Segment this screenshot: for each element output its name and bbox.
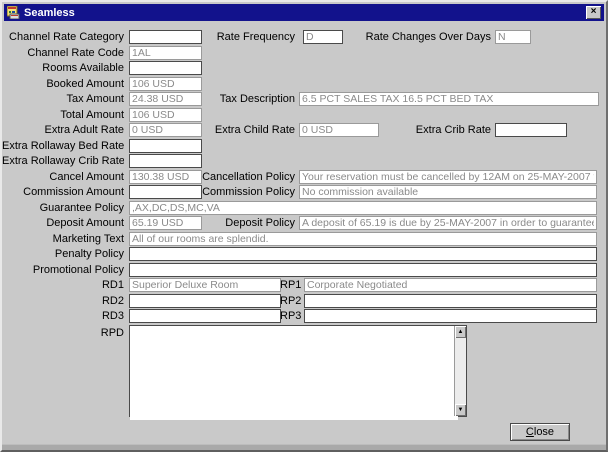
scroll-up-icon[interactable]: ▲ bbox=[455, 326, 466, 338]
tax-amount-field[interactable] bbox=[129, 92, 202, 106]
rp2-field[interactable] bbox=[304, 294, 597, 308]
penalty-policy-field[interactable] bbox=[129, 247, 597, 261]
extra-child-rate-field[interactable] bbox=[299, 123, 379, 137]
channel-rate-category-field[interactable] bbox=[129, 30, 202, 44]
channel-rate-code-label: Channel Rate Code bbox=[2, 47, 124, 60]
deposit-amount-label: Deposit Amount bbox=[2, 217, 124, 230]
promotional-policy-field[interactable] bbox=[129, 263, 597, 277]
channel-rate-code-field[interactable] bbox=[129, 46, 202, 60]
total-amount-label: Total Amount bbox=[2, 109, 124, 122]
window-close-icon[interactable]: × bbox=[586, 6, 601, 19]
promotional-policy-label: Promotional Policy bbox=[2, 264, 124, 277]
rate-frequency-field[interactable] bbox=[303, 30, 343, 44]
tax-amount-label: Tax Amount bbox=[2, 93, 124, 106]
window-title: Seamless bbox=[24, 7, 75, 19]
cancel-amount-field[interactable] bbox=[129, 170, 202, 184]
commission-amount-label: Commission Amount bbox=[2, 186, 124, 199]
extra-adult-rate-label: Extra Adult Rate bbox=[2, 124, 124, 137]
extra-adult-rate-field[interactable] bbox=[129, 123, 202, 137]
window-bottom-frame bbox=[2, 444, 606, 450]
marketing-text-label: Marketing Text bbox=[2, 233, 124, 246]
commission-amount-field[interactable] bbox=[129, 185, 202, 199]
channel-rate-category-label: Channel Rate Category bbox=[2, 31, 124, 44]
extra-crib-rate-field[interactable] bbox=[495, 123, 567, 137]
extra-rollaway-crib-rate-field[interactable] bbox=[129, 154, 202, 168]
rpd-label: RPD bbox=[2, 327, 124, 340]
penalty-policy-label: Penalty Policy bbox=[2, 248, 124, 261]
rd1-label: RD1 bbox=[2, 279, 124, 292]
rd2-label: RD2 bbox=[2, 295, 124, 308]
seamless-dialog: Seamless × Channel Rate Category Channel… bbox=[0, 0, 608, 452]
rooms-available-label: Rooms Available bbox=[2, 62, 124, 75]
cancellation-policy-field[interactable] bbox=[299, 170, 597, 184]
total-amount-field[interactable] bbox=[129, 108, 202, 122]
rp1-label: RP1 bbox=[280, 279, 301, 292]
rd2-field[interactable] bbox=[129, 294, 281, 308]
scroll-down-icon[interactable]: ▼ bbox=[455, 404, 466, 416]
rate-changes-over-days-label: Rate Changes Over Days bbox=[357, 31, 491, 44]
title-bar[interactable]: Seamless × bbox=[4, 4, 604, 21]
tax-description-field[interactable] bbox=[299, 92, 599, 106]
rp3-field[interactable] bbox=[304, 309, 597, 323]
deposit-amount-field[interactable] bbox=[129, 216, 202, 230]
guarantee-policy-label: Guarantee Policy bbox=[2, 202, 124, 215]
rpd-scrollbar[interactable]: ▲ ▼ bbox=[454, 326, 466, 416]
close-button-label: Close bbox=[511, 425, 569, 440]
rd3-field[interactable] bbox=[129, 309, 281, 323]
rd1-field[interactable] bbox=[129, 278, 281, 292]
marketing-text-field[interactable] bbox=[129, 232, 597, 246]
booked-amount-label: Booked Amount bbox=[2, 78, 124, 91]
cancel-amount-label: Cancel Amount bbox=[2, 171, 124, 184]
extra-rollaway-crib-rate-label: Extra Rollaway Crib Rate bbox=[2, 155, 124, 168]
rp2-label: RP2 bbox=[280, 295, 301, 308]
app-icon bbox=[7, 6, 20, 19]
deposit-policy-field[interactable] bbox=[299, 216, 597, 230]
extra-rollaway-bed-rate-label: Extra Rollaway Bed Rate bbox=[2, 140, 124, 153]
rp3-label: RP3 bbox=[280, 310, 301, 323]
rate-changes-over-days-field[interactable] bbox=[495, 30, 531, 44]
extra-rollaway-bed-rate-field[interactable] bbox=[129, 139, 202, 153]
rd3-label: RD3 bbox=[2, 310, 124, 323]
guarantee-policy-field[interactable] bbox=[129, 201, 597, 215]
booked-amount-field[interactable] bbox=[129, 77, 202, 91]
rpd-field[interactable] bbox=[130, 326, 458, 420]
rooms-available-field[interactable] bbox=[129, 61, 202, 75]
commission-policy-field[interactable] bbox=[299, 185, 597, 199]
rpd-field-container: ▲ ▼ bbox=[129, 325, 467, 417]
rp1-field[interactable] bbox=[304, 278, 597, 292]
close-button[interactable]: Close bbox=[510, 423, 570, 441]
